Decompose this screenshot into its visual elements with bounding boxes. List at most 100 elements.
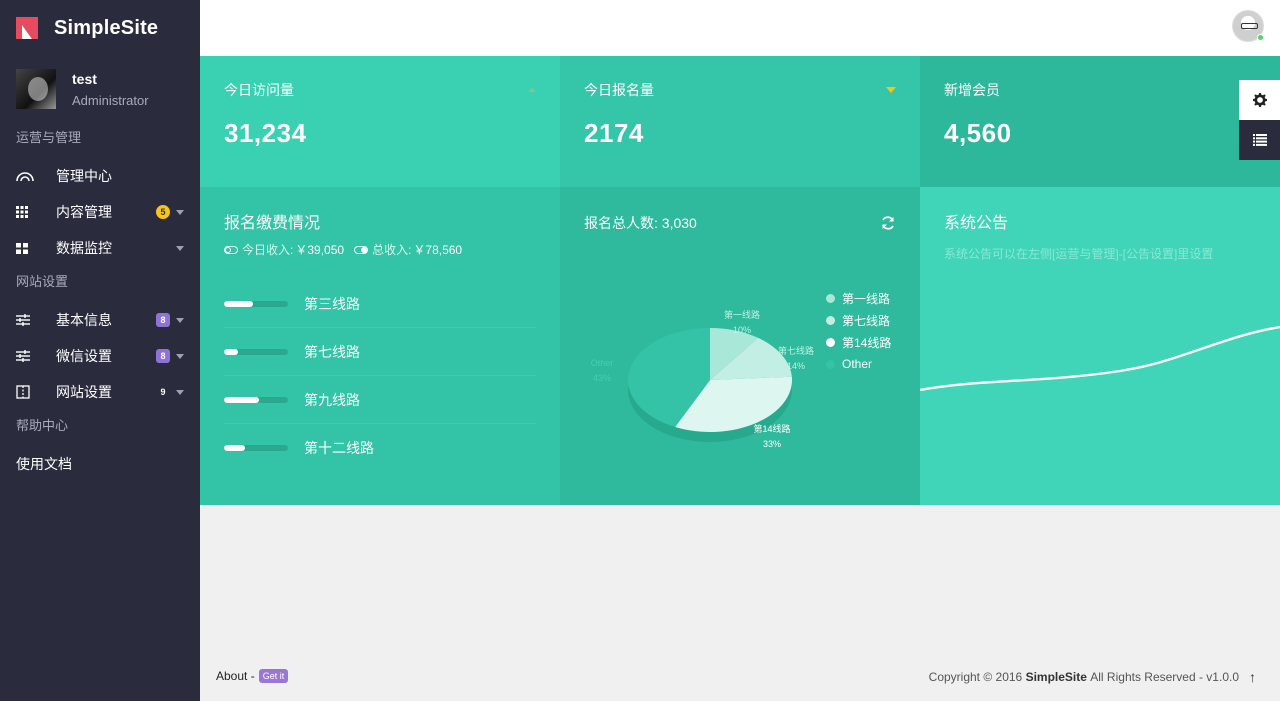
legend-dot [826,315,835,325]
brand[interactable]: SimpleSite [0,0,200,56]
registration-panel: 报名总人数: 3,030 第一线路 10% 第七线路 14% 第14线路 33% Other… [560,187,920,505]
sidebar-item-label: 数据监控 [56,240,112,256]
list-item: 第九线路 [224,376,536,424]
chevron-down-icon [176,209,184,215]
sidebar-item-wechat[interactable]: 微信设置 8 [0,338,200,374]
stat-value: 2174 [584,118,644,148]
notice-text: 系统公告可以在左侧[运营与管理]-[公告设置]里设置 [944,247,1214,261]
list-item: 第三线路 [224,280,536,328]
get-it-badge[interactable]: Get it [258,669,289,683]
sidebar-item-label: 内容管理 [56,204,112,220]
blocks-icon [16,242,40,254]
legend-dot [826,293,835,303]
line-list: 第三线路 第七线路 第九线路 第十二线路 [224,280,536,472]
refresh-icon[interactable] [880,215,896,231]
today-income-label: 今日收入: [242,243,294,257]
stat-title: 今日报名量 [584,82,654,98]
line-label: 第十二线路 [304,440,374,456]
count-badge: 5 [156,205,170,219]
income-summary: 今日收入: ￥39,050 总收入: ￥78,560 [224,241,536,258]
legend-dot [826,359,835,369]
panel-title: 报名缴费情况 [224,215,321,232]
online-status-dot [1257,34,1264,41]
list-icon [1252,134,1267,146]
progress-bar [224,300,288,307]
list-item: 第七线路 [224,328,536,376]
stat-card-new-members: 新增会员 4,560 [920,56,1280,187]
about-link[interactable]: About - [216,669,255,683]
stat-title: 今日访问量 [224,82,294,98]
stat-card-visits: 今日访问量 31,234 [200,56,560,187]
legend-item[interactable]: Other [826,353,891,375]
sidebar-item-basic-info[interactable]: 基本信息 8 [0,302,200,338]
legend-item[interactable]: 第14线路 [826,331,891,353]
legend-label: 第一线路 [842,291,891,306]
sidebar-item-monitor[interactable]: 数据监控 [0,230,200,266]
pie-label: 第七线路 [778,345,814,356]
toggle-off-icon [224,245,238,254]
trend-line [920,325,1280,392]
pie-percent: 33% [763,439,781,449]
copyright-brand: SimpleSite [1025,670,1087,684]
sliders-icon [16,350,40,362]
copyright-prefix: Copyright © 2016 [928,670,1023,684]
legend-label: 第七线路 [842,313,891,328]
layout-icon [16,385,40,399]
gear-icon [1252,93,1267,107]
sidebar-item-label: 微信设置 [56,348,112,364]
stat-value: 31,234 [224,118,307,148]
user-profile[interactable]: test Administrator [0,56,200,122]
chevron-down-icon [176,353,184,359]
settings-button[interactable] [1239,80,1280,120]
sliders-icon [16,314,40,326]
sidebar-item-label: 管理中心 [56,168,112,184]
sidebar-item-docs[interactable]: 使用文档 [0,446,200,482]
copyright-suffix: All Rights Reserved - v1.0.0 [1090,670,1239,684]
payment-panel: 报名缴费情况 今日收入: ￥39,050 总收入: ￥78,560 第三线路 第… [200,187,560,505]
line-label: 第九线路 [304,391,360,408]
chart-legend: 第一线路第七线路第14线路 Other [826,287,891,375]
progress-bar [224,348,288,355]
avatar [16,69,56,109]
pie-label: 第14线路 [753,423,790,434]
stat-card-registrations: 今日报名量 2174 [560,56,920,187]
back-to-top-button[interactable]: ↑ [1249,669,1256,685]
panel-title: 系统公告 [944,215,1009,232]
sidebar-item-content[interactable]: 内容管理 5 [0,194,200,230]
trend-up-icon [528,88,536,92]
trend-down-icon [886,87,896,93]
legend-item[interactable]: 第七线路 [826,309,891,331]
footer-about: About - Get it [216,669,289,683]
legend-dot [826,337,835,347]
user-role: Administrator [72,92,149,108]
chevron-down-icon [176,389,184,395]
top-header [200,0,1280,56]
dashboard-icon [16,170,40,182]
list-button[interactable] [1239,120,1280,160]
line-label: 第三线路 [304,295,360,312]
sidebar-item-label: 网站设置 [56,384,112,400]
toggle-on-icon [354,245,369,254]
sidebar-item-label: 基本信息 [56,312,112,328]
header-avatar[interactable] [1232,10,1264,42]
total-income-value: ￥78,560 [413,243,463,257]
sidebar-item-dashboard[interactable]: 管理中心 [0,158,200,194]
sidebar: SimpleSite test Administrator 运营与管理 管理中心… [0,0,200,701]
panel-title: 报名总人数: 3,030 [584,215,697,231]
pie-label: Other [591,358,614,368]
footer-copyright: Copyright © 2016 SimpleSite All Rights R… [929,669,1256,685]
pie-percent: 14% [787,361,805,371]
legend-item[interactable]: 第一线路 [826,287,891,309]
count-badge: 8 [156,349,170,363]
user-name: test [72,70,97,87]
section-title-operations: 运营与管理 [16,130,82,145]
grid-icon [16,206,40,218]
notice-panel: 系统公告 系统公告可以在左侧[运营与管理]-[公告设置]里设置 [920,187,1280,505]
stat-title: 新增会员 [944,82,1000,98]
stat-value: 4,560 [944,118,1012,148]
logo-icon [16,17,38,39]
pie-label: 第一线路 [724,309,760,320]
count-badge: 9 [160,387,166,397]
legend-label: Other [842,357,873,371]
sidebar-item-site-settings[interactable]: 网站设置 9 [0,374,200,410]
